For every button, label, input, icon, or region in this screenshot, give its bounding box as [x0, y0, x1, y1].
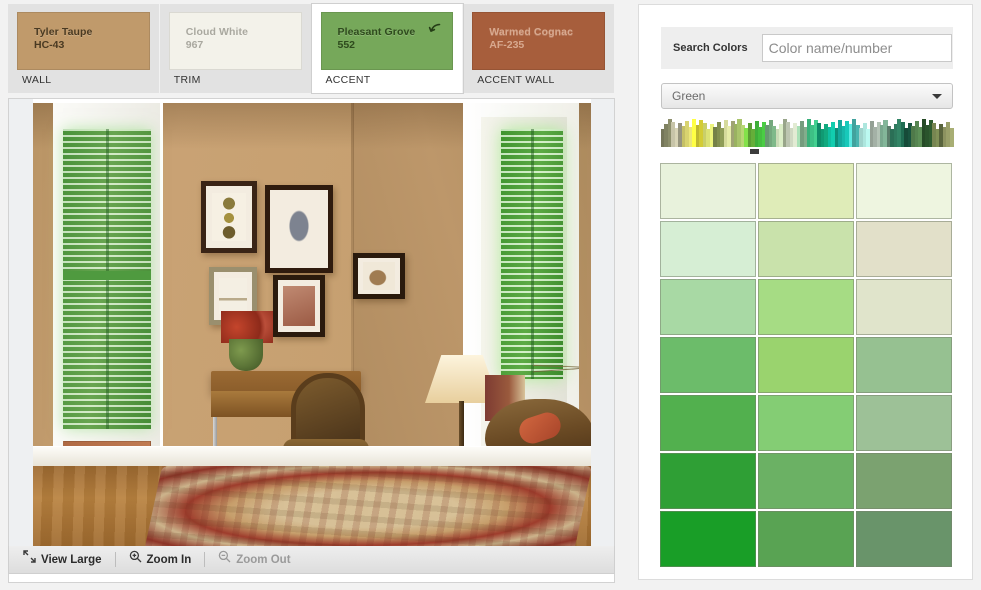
shutter-rail-left [63, 271, 151, 280]
color-swatch-r2-c2[interactable] [758, 221, 854, 277]
framed-art-pheasant [265, 185, 333, 273]
room-image-frame [8, 98, 615, 583]
color-swatch-r7-c3[interactable] [856, 511, 952, 567]
color-name: Tyler Taupe [34, 26, 93, 38]
undo-arrow-icon[interactable] [427, 21, 443, 37]
search-colors-row: Search Colors [661, 27, 953, 69]
surface-role-label: ACCENT [325, 74, 371, 86]
color-swatch-r2-c3[interactable] [856, 221, 952, 277]
color-chip[interactable]: Cloud White 967 [168, 12, 302, 70]
color-spectrum-strip[interactable] [661, 119, 954, 147]
color-swatch-r6-c2[interactable] [758, 453, 854, 509]
expand-arrows-icon [23, 550, 36, 569]
magnifier-minus-icon [218, 550, 231, 569]
green-vase [229, 339, 263, 371]
framed-art-red-print [273, 275, 325, 337]
color-swatch-r3-c3[interactable] [856, 279, 952, 335]
color-swatch-r2-c1[interactable] [660, 221, 756, 277]
color-name: Cloud White [185, 26, 249, 38]
color-chip[interactable]: Tyler Taupe HC-43 [17, 12, 150, 70]
surface-role-label: TRIM [173, 74, 201, 86]
color-swatch-r6-c3[interactable] [856, 453, 952, 509]
zoom-out-button: Zoom Out [205, 550, 303, 569]
color-swatch-grid [660, 163, 954, 567]
color-code: 552 [337, 39, 356, 51]
color-swatch-r6-c1[interactable] [660, 453, 756, 509]
baseboard-trim[interactable] [33, 446, 591, 468]
framed-art-butterflies-1 [201, 181, 257, 253]
color-swatch-r4-c2[interactable] [758, 337, 854, 393]
surface-role-label: WALL [22, 74, 52, 86]
color-visualizer-page: Tyler Taupe HC-43 WALL Cloud White 967 TRIM Pl… [0, 0, 981, 590]
image-toolbar: View Large Zoom In Zoom Out [8, 546, 615, 574]
color-code: 967 [185, 39, 204, 51]
selected-color-card-trim[interactable]: Cloud White 967 TRIM [159, 4, 312, 93]
color-swatch-r5-c3[interactable] [856, 395, 952, 451]
chevron-down-icon [932, 93, 942, 99]
zoom-in-label: Zoom In [146, 553, 192, 566]
color-swatch-r5-c2[interactable] [758, 395, 854, 451]
color-swatch-r7-c2[interactable] [758, 511, 854, 567]
selected-color-card-accent-wall[interactable]: Warmed Cognac AF-235 ACCENT WALL [463, 4, 615, 93]
color-code: HC-43 [34, 39, 65, 51]
color-swatch-r4-c3[interactable] [856, 337, 952, 393]
color-swatch-r7-c1[interactable] [660, 511, 756, 567]
color-name: Warmed Cognac [489, 26, 574, 38]
zoom-in-button[interactable]: Zoom In [116, 550, 205, 569]
color-swatch-r1-c3[interactable] [856, 163, 952, 219]
color-swatch-r1-c1[interactable] [660, 163, 756, 219]
selected-color-card-wall[interactable]: Tyler Taupe HC-43 WALL [8, 4, 160, 93]
color-family-value: Green [672, 89, 706, 103]
color-swatch-r5-c1[interactable] [660, 395, 756, 451]
color-code: AF-235 [489, 39, 525, 51]
view-large-label: View Large [41, 553, 102, 566]
image-gutter-right [591, 99, 614, 550]
surface-role-label: ACCENT WALL [477, 74, 555, 86]
color-family-select[interactable]: Green [661, 83, 953, 109]
spectrum-column[interactable] [949, 128, 954, 147]
room-scene-image[interactable] [33, 103, 591, 546]
view-large-button[interactable]: View Large [21, 550, 115, 569]
persian-rug [143, 466, 591, 546]
framed-art-bird [353, 253, 405, 299]
color-swatch-r3-c2[interactable] [758, 279, 854, 335]
color-name: Pleasant Grove [337, 26, 416, 38]
color-picker-panel: Search Colors Green [638, 4, 973, 580]
color-swatch-r4-c1[interactable] [660, 337, 756, 393]
zoom-out-label: Zoom Out [236, 553, 291, 566]
magnifier-plus-icon [129, 550, 142, 569]
visualizer-pane: Tyler Taupe HC-43 WALL Cloud White 967 TRIM Pl… [0, 0, 620, 590]
color-chip[interactable]: Warmed Cognac AF-235 [472, 12, 605, 70]
color-swatch-r1-c2[interactable] [758, 163, 854, 219]
selected-colors-strip: Tyler Taupe HC-43 WALL Cloud White 967 TRIM Pl… [8, 4, 615, 93]
image-gutter-left [9, 99, 33, 550]
spectrum-position-marker[interactable] [750, 149, 760, 154]
color-swatch-r3-c1[interactable] [660, 279, 756, 335]
selected-color-card-accent[interactable]: Pleasant Grove 552 ACCENT [311, 4, 464, 93]
search-colors-label: Search Colors [673, 42, 748, 54]
search-input[interactable] [761, 34, 952, 62]
color-chip[interactable]: Pleasant Grove 552 [320, 12, 454, 70]
chair-back [291, 373, 365, 447]
